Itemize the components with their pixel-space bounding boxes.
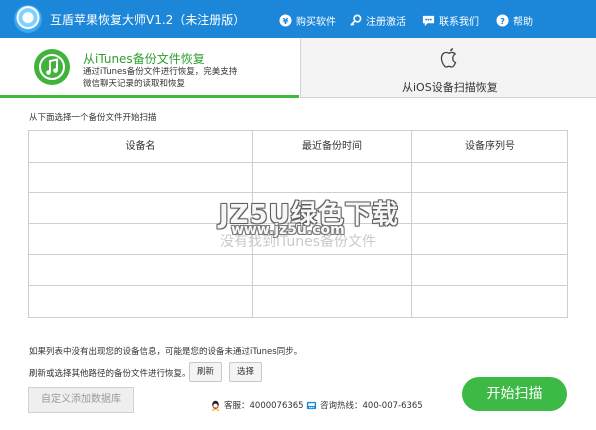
contact-us-label: 联系我们 xyxy=(439,16,479,28)
buy-software-button[interactable]: ¥ 购买软件 xyxy=(279,12,336,28)
help-icon: ? xyxy=(496,13,509,27)
phone-support-text: 咨询热线：400-007-6365 xyxy=(320,401,423,411)
qq-support-text: 客服：4000076365 xyxy=(224,401,304,411)
tab-ios-device-scan[interactable]: 从iOS设备扫描恢复 xyxy=(300,38,596,98)
register-activate-button[interactable]: 注册激活 xyxy=(349,12,406,28)
table-column-divider xyxy=(411,131,412,317)
tab-itunes-title: 从iTunes备份文件恢复 xyxy=(83,52,205,66)
table-row-divider xyxy=(29,192,567,193)
table-row-divider xyxy=(29,162,567,163)
refresh-hint: 刷新或选择其他路径的备份文件进行恢复。 xyxy=(29,369,191,379)
yen-coin-icon: ¥ xyxy=(279,13,292,27)
app-logo-icon xyxy=(14,5,42,33)
qq-support: 客服：4000076365 xyxy=(210,399,304,411)
itunes-music-note-icon xyxy=(34,49,70,85)
apple-icon xyxy=(440,48,457,68)
register-activate-label: 注册激活 xyxy=(366,16,406,28)
select-button[interactable]: 选择 xyxy=(229,362,262,382)
start-scan-button[interactable]: 开始扫描 xyxy=(462,377,567,411)
svg-text:¥: ¥ xyxy=(283,15,289,25)
phone-support: 咨询热线：400-007-6365 xyxy=(306,399,423,411)
tab-itunes-backup[interactable]: 从iTunes备份文件恢复 通过iTunes备份文件进行恢复，完美支持微信聊天记… xyxy=(0,38,299,98)
refresh-button[interactable]: 刷新 xyxy=(189,362,222,382)
phone-hotline-icon xyxy=(306,401,317,409)
column-header-device-name[interactable]: 设备名 xyxy=(29,131,252,162)
help-label: 帮助 xyxy=(513,16,533,28)
column-header-last-backup-time[interactable]: 最近备份时间 xyxy=(253,131,411,162)
instruction-text: 从下面选择一个备份文件开始扫描 xyxy=(29,113,157,123)
title-bar: 互盾苹果恢复大师V1.2（未注册版） ¥ 购买软件 注册激活 联系我们 ? 帮助 xyxy=(0,0,596,38)
svg-text:?: ? xyxy=(500,15,505,25)
device-not-found-hint: 如果列表中没有出现您的设备信息，可能是您的设备未通过iTunes同步。 xyxy=(29,347,303,357)
watermark-url: www.jz5u.com xyxy=(231,222,345,238)
chat-bubble-icon xyxy=(422,15,435,26)
table-row-divider xyxy=(29,254,567,255)
key-icon xyxy=(350,14,362,26)
contact-us-button[interactable]: 联系我们 xyxy=(422,12,479,28)
help-button[interactable]: ? 帮助 xyxy=(496,12,533,28)
add-custom-database-button[interactable]: 自定义添加数据库 xyxy=(28,387,134,413)
tab-itunes-description: 通过iTunes备份文件进行恢复，完美支持微信聊天记录的读取和恢复 xyxy=(83,67,238,89)
app-title: 互盾苹果恢复大师V1.2（未注册版） xyxy=(50,13,246,27)
table-row-divider xyxy=(29,285,567,286)
column-header-device-serial[interactable]: 设备序列号 xyxy=(412,131,568,162)
qq-penguin-icon xyxy=(211,400,220,411)
tab-ios-title: 从iOS设备扫描恢复 xyxy=(402,81,498,94)
buy-software-label: 购买软件 xyxy=(296,16,336,28)
